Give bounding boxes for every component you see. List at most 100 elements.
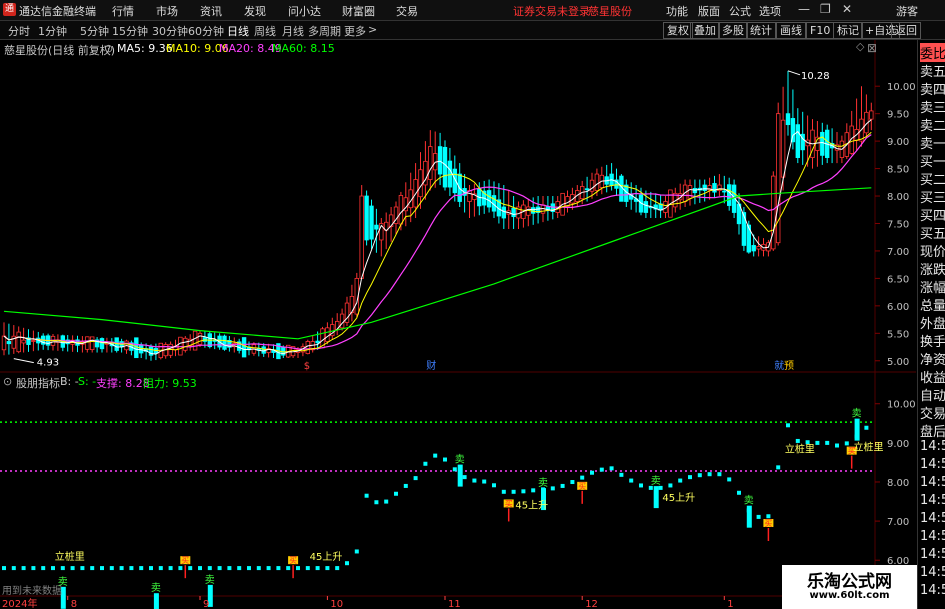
indicator-cell bbox=[423, 461, 428, 466]
side-panel-item[interactable]: 买二 bbox=[920, 169, 945, 188]
indicator-name: 股朋指标 bbox=[16, 377, 60, 390]
x-month-label: 1 bbox=[727, 599, 733, 609]
side-panel-item[interactable]: 卖五 bbox=[920, 61, 945, 80]
y-tick-label: 5.00 bbox=[887, 357, 909, 368]
side-panel-item[interactable]: 卖三 bbox=[920, 97, 945, 116]
sell-bar bbox=[854, 418, 860, 441]
candle-body bbox=[325, 327, 330, 342]
side-panel-item[interactable]: 净资 bbox=[920, 349, 945, 368]
side-panel-item[interactable]: 14:56 bbox=[920, 439, 945, 454]
side-panel-item[interactable]: 买五 bbox=[920, 223, 945, 242]
candle-body bbox=[99, 338, 105, 350]
candle-body bbox=[192, 330, 198, 351]
side-panel-item[interactable]: 涨跌 bbox=[920, 259, 945, 278]
side-panel-item[interactable]: 现价 bbox=[920, 241, 945, 260]
side-panel-item[interactable]: 14:56 bbox=[920, 529, 945, 544]
sell-bar bbox=[457, 464, 463, 487]
candle-body bbox=[305, 341, 310, 354]
indicator-cell bbox=[482, 479, 487, 484]
side-panel-item[interactable]: 14:56 bbox=[920, 493, 945, 508]
indicator-cell bbox=[266, 566, 271, 571]
candle-body bbox=[501, 206, 506, 219]
indicator-collapse-icon[interactable]: ⊙ bbox=[3, 375, 12, 388]
indicator-cell bbox=[590, 470, 594, 475]
candle-body bbox=[369, 205, 374, 240]
x-month-label: 9 bbox=[203, 599, 209, 609]
ma5-label: MA5: 9.36 bbox=[117, 42, 173, 55]
indicator-cell bbox=[835, 443, 839, 448]
indicator-cell bbox=[51, 566, 55, 571]
side-panel-item[interactable]: 换手 bbox=[920, 331, 945, 350]
indicator-cell bbox=[364, 493, 369, 498]
candle-body bbox=[746, 224, 751, 253]
indicator-annotation: 45上升 bbox=[662, 492, 695, 504]
candle-body bbox=[741, 212, 747, 246]
side-panel-item[interactable]: 14:56 bbox=[920, 457, 945, 472]
indicator-cell bbox=[2, 566, 6, 571]
candle-body bbox=[594, 173, 600, 191]
candle-body bbox=[447, 160, 453, 188]
side-panel-item[interactable]: 买一 bbox=[920, 151, 945, 170]
indicator-cell bbox=[21, 566, 26, 571]
indicator-tick-label: 10.00 bbox=[887, 400, 916, 411]
y-tick-label: 7.50 bbox=[887, 219, 909, 230]
side-panel-item[interactable]: 收益 bbox=[920, 367, 945, 386]
side-panel-item[interactable]: 盘后 bbox=[920, 421, 945, 440]
indicator-cell bbox=[139, 566, 144, 571]
event-marker: 就 bbox=[774, 359, 784, 372]
indicator-cell bbox=[825, 440, 830, 445]
side-panel-item[interactable]: 总量 bbox=[920, 295, 945, 314]
indicator-cell bbox=[41, 566, 46, 571]
side-panel-item[interactable]: 14:56 bbox=[920, 475, 945, 490]
kline-chart[interactable]: 10.00 9.50 9.00 8.50 8.00 7.50 7.00 6.50 6.00 5.5… bbox=[0, 0, 945, 609]
candle-body bbox=[197, 332, 203, 345]
sell-signal-icon: 卖 bbox=[151, 582, 161, 594]
side-panel-item[interactable]: 14:56 bbox=[920, 547, 945, 562]
candle-body bbox=[712, 183, 717, 193]
side-panel-item[interactable]: 买三 bbox=[920, 187, 945, 206]
sell-signal-icon: 卖 bbox=[744, 495, 754, 507]
side-panel-item[interactable]: 卖一 bbox=[920, 133, 945, 152]
indicator-cell bbox=[286, 566, 291, 571]
indicator-cell bbox=[11, 566, 16, 571]
low-pointer bbox=[13, 358, 34, 364]
indicator-cell bbox=[443, 457, 447, 462]
indicator-annotation: 45上升 bbox=[515, 499, 548, 511]
future-data-hint: 用到未来数据 bbox=[2, 584, 62, 597]
indicator-s-value: S: - bbox=[78, 375, 97, 388]
collapse-icon[interactable]: ⊙ bbox=[104, 42, 113, 55]
side-panel-item[interactable]: 14:56 bbox=[920, 511, 945, 526]
side-panel-item[interactable]: 14:56 bbox=[920, 583, 945, 598]
candle-body bbox=[790, 118, 796, 143]
candle-body bbox=[442, 146, 448, 188]
low-label: 4.93 bbox=[37, 358, 59, 369]
candle-body bbox=[780, 119, 786, 178]
indicator-cell bbox=[394, 491, 398, 496]
indicator-cell bbox=[717, 472, 722, 477]
side-panel-item[interactable]: 交易 bbox=[920, 403, 945, 422]
indicator-cell bbox=[580, 475, 585, 480]
y-tick-label: 8.00 bbox=[887, 192, 909, 203]
indicator-cell bbox=[188, 566, 193, 571]
side-panel-item[interactable]: 委比 bbox=[920, 43, 945, 62]
sell-signal-icon: 卖 bbox=[455, 454, 465, 466]
indicator-cell bbox=[609, 466, 614, 471]
indicator-cell bbox=[472, 478, 477, 483]
side-panel-item[interactable]: 涨幅 bbox=[920, 277, 945, 296]
side-panel-item[interactable]: 卖二 bbox=[920, 115, 945, 134]
buy-signal-icon: 买 bbox=[578, 482, 586, 491]
candle-body bbox=[869, 110, 874, 120]
x-month-label: 11 bbox=[448, 599, 461, 609]
side-panel-item[interactable]: 自动 bbox=[920, 385, 945, 404]
buy-signal-icon: 买 bbox=[181, 556, 189, 565]
indicator-cell bbox=[31, 566, 36, 571]
side-panel-item[interactable]: 外盘 bbox=[920, 313, 945, 332]
side-panel-item[interactable]: 卖四 bbox=[920, 79, 945, 98]
indicator-cell bbox=[668, 483, 673, 488]
side-panel-item[interactable]: 买四 bbox=[920, 205, 945, 224]
candle-body bbox=[795, 124, 800, 158]
indicator-cell bbox=[570, 480, 575, 485]
indicator-cell bbox=[501, 489, 506, 494]
side-panel-item[interactable]: 14:56 bbox=[920, 565, 945, 580]
candle-body bbox=[21, 339, 26, 344]
